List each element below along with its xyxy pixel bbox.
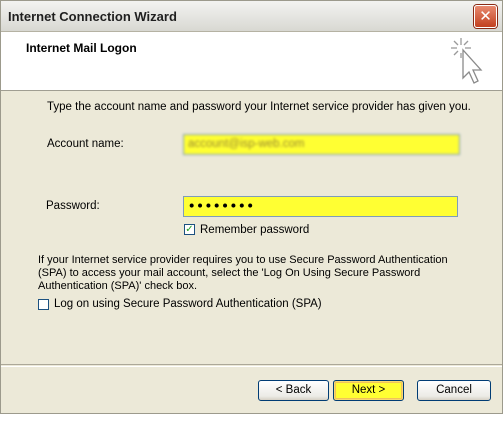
next-button[interactable]: Next >: [333, 380, 404, 401]
spa-checkbox-label[interactable]: Log on using Secure Password Authenticat…: [54, 298, 322, 310]
account-name-label: Account name:: [47, 138, 124, 150]
account-name-input[interactable]: account@isp-web.com: [183, 134, 460, 155]
wizard-cursor-icon: [449, 36, 489, 89]
password-label: Password:: [46, 200, 100, 212]
remember-password-checkbox[interactable]: ✓: [184, 224, 195, 235]
page-title: Internet Mail Logon: [26, 41, 137, 55]
back-button[interactable]: < Back: [258, 380, 329, 401]
window-title: Internet Connection Wizard: [8, 9, 177, 24]
intro-text: Type the account name and password your …: [47, 101, 471, 113]
wizard-window: Internet Connection Wizard ✕ Internet Ma…: [0, 0, 503, 414]
remember-password-label[interactable]: Remember password: [200, 224, 309, 236]
wizard-header: Internet Mail Logon: [1, 32, 502, 91]
spa-description: If your Internet service provider requir…: [38, 254, 448, 292]
title-bar[interactable]: Internet Connection Wizard ✕: [1, 1, 502, 32]
wizard-body: Type the account name and password your …: [1, 91, 502, 364]
spa-checkbox[interactable]: [38, 299, 49, 310]
password-input[interactable]: ••••••••: [183, 196, 458, 217]
wizard-footer: < Back Next > Cancel: [1, 364, 502, 414]
close-icon[interactable]: ✕: [474, 5, 497, 28]
cancel-button[interactable]: Cancel: [417, 380, 491, 401]
